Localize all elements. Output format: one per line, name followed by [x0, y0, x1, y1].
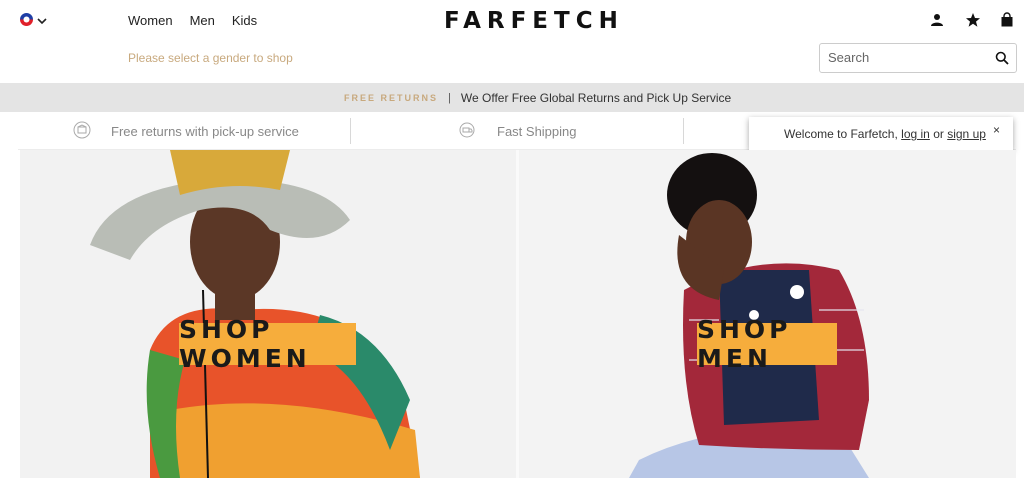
signup-link[interactable]: sign up — [947, 127, 986, 141]
shop-women-button[interactable]: SHOP WOMEN — [179, 315, 356, 373]
nav-men[interactable]: Men — [190, 13, 215, 28]
toast-text: Welcome to Farfetch, log in or sign up — [784, 127, 986, 141]
account-icon[interactable] — [929, 12, 945, 28]
site-header: Women Men Kids FARFETCH Please select a … — [0, 0, 1024, 82]
chevron-down-icon[interactable] — [37, 13, 47, 31]
welcome-toast: Welcome to Farfetch, log in or sign up × — [749, 117, 1013, 150]
men-hero-image[interactable] — [519, 150, 1016, 478]
returns-box-icon — [73, 121, 91, 142]
banner-tag: FREE RETURNS — [344, 93, 439, 103]
nav-kids[interactable]: Kids — [232, 13, 257, 28]
search-box — [819, 43, 1017, 73]
login-link[interactable]: log in — [901, 127, 930, 141]
service-label-shipping: Fast Shipping — [497, 124, 577, 139]
gender-nav: Women Men Kids — [128, 13, 257, 28]
farfetch-logo[interactable]: FARFETCH — [444, 8, 624, 34]
bag-icon[interactable] — [999, 12, 1015, 28]
toast-prefix: Welcome to Farfetch, — [784, 127, 898, 141]
close-icon[interactable]: × — [993, 123, 1000, 137]
search-icon[interactable] — [995, 51, 1009, 70]
star-icon[interactable] — [965, 12, 981, 28]
search-input[interactable] — [828, 50, 988, 65]
banner-separator: | — [448, 92, 451, 104]
country-flag-icon[interactable] — [20, 13, 33, 26]
gender-hint-text: Please select a gender to shop — [128, 51, 293, 65]
banner-message: We Offer Free Global Returns and Pick Up… — [460, 91, 732, 105]
nav-women[interactable]: Women — [128, 13, 173, 28]
toast-or: or — [933, 127, 944, 141]
strip-divider — [683, 118, 684, 144]
women-hero-image[interactable] — [20, 150, 516, 478]
shop-men-button[interactable]: SHOP MEN — [697, 315, 837, 373]
shipping-icon — [459, 122, 475, 141]
service-item-returns[interactable]: Free returns with pick-up service — [73, 113, 299, 150]
strip-divider — [350, 118, 351, 144]
free-returns-banner[interactable]: FREE RETURNS | We Offer Free Global Retu… — [0, 83, 1024, 112]
service-label-returns: Free returns with pick-up service — [111, 124, 299, 139]
service-item-shipping[interactable]: Fast Shipping — [459, 113, 577, 150]
